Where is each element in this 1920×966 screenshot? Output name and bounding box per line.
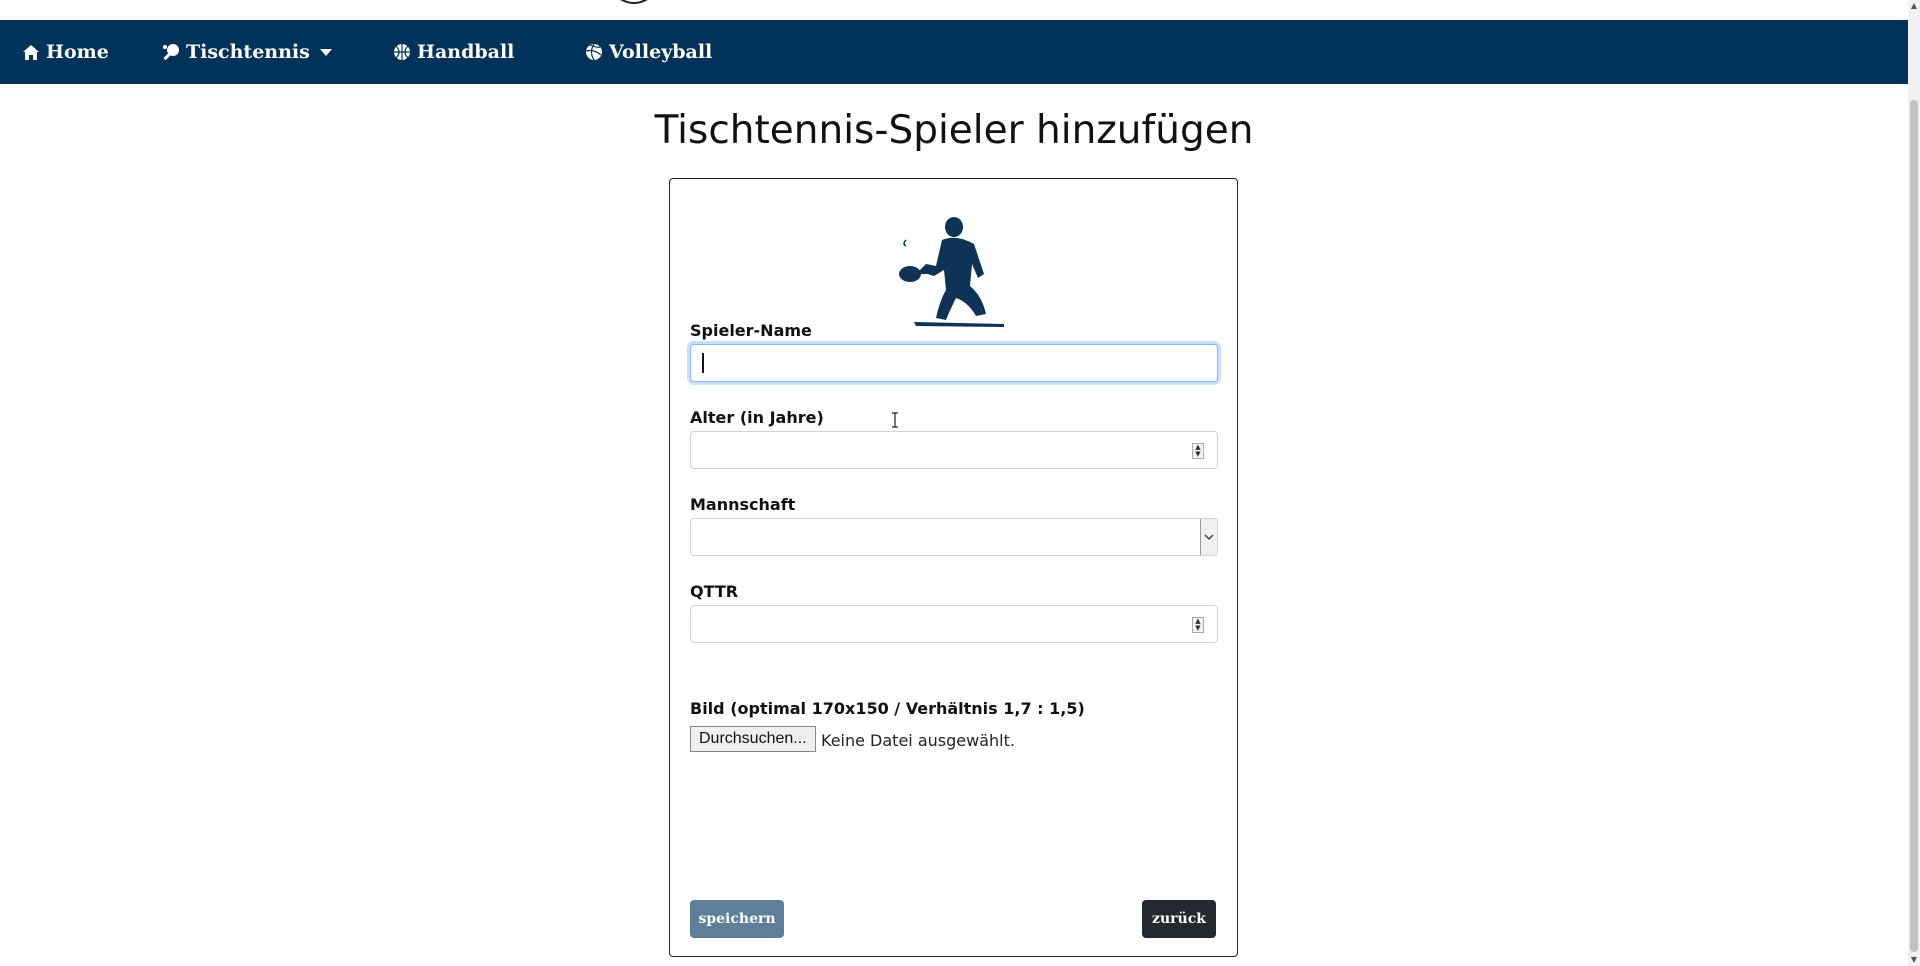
nav-home[interactable]: Home bbox=[22, 20, 109, 84]
player-form-card: Spieler-Name Alter (in Jahre) ▲ ▼ Mannsch… bbox=[669, 178, 1238, 957]
page-scrollbar[interactable]: ▲ ▼ bbox=[1908, 0, 1920, 966]
nav-handball[interactable]: Handball bbox=[393, 20, 514, 84]
back-button[interactable]: zurück bbox=[1142, 900, 1216, 938]
player-name-input[interactable] bbox=[690, 344, 1218, 382]
age-input[interactable]: ▲ ▼ bbox=[690, 431, 1218, 469]
team-label: Mannschaft bbox=[690, 495, 796, 514]
home-icon bbox=[23, 44, 39, 60]
table-tennis-icon bbox=[163, 44, 179, 61]
nav-volleyball-label: Volleyball bbox=[609, 41, 713, 63]
nav-home-label: Home bbox=[46, 41, 109, 63]
top-strip bbox=[0, 0, 1908, 20]
age-spinner[interactable]: ▲ ▼ bbox=[1192, 443, 1204, 459]
nav-handball-label: Handball bbox=[417, 41, 515, 63]
name-label: Spieler-Name bbox=[690, 321, 812, 340]
scroll-down-icon[interactable]: ▼ bbox=[1908, 954, 1920, 966]
handball-icon bbox=[394, 44, 410, 60]
scrollbar-thumb[interactable] bbox=[1910, 100, 1918, 952]
nav-tischtennis-label: Tischtennis bbox=[186, 41, 310, 63]
text-caret bbox=[702, 353, 704, 373]
scroll-up-icon[interactable]: ▲ bbox=[1908, 0, 1920, 12]
file-status: Keine Datei ausgewählt. bbox=[821, 731, 1015, 750]
nav-tischtennis-dropdown[interactable]: Tischtennis bbox=[162, 20, 332, 84]
qttr-label: QTTR bbox=[690, 582, 739, 601]
text-cursor-icon bbox=[892, 412, 898, 428]
volleyball-icon bbox=[585, 43, 602, 61]
image-label: Bild (optimal 170x150 / Verhältnis 1,7 :… bbox=[690, 699, 1085, 718]
main-navbar: Home Tischtennis Handball Volleyball bbox=[0, 20, 1908, 84]
table-tennis-player-icon bbox=[899, 217, 1004, 327]
team-select[interactable] bbox=[690, 518, 1218, 556]
age-label: Alter (in Jahre) bbox=[690, 408, 824, 427]
chevron-down-icon bbox=[319, 48, 332, 56]
qttr-input[interactable]: ▲ ▼ bbox=[690, 605, 1218, 643]
club-logo-icon bbox=[620, 0, 648, 4]
nav-volleyball[interactable]: Volleyball bbox=[585, 20, 712, 84]
page-title: Tischtennis-Spieler hinzufügen bbox=[654, 108, 1254, 153]
file-browse-button[interactable]: Durchsuchen... bbox=[690, 726, 816, 752]
save-button[interactable]: speichern bbox=[690, 900, 784, 938]
qttr-spinner[interactable]: ▲ ▼ bbox=[1192, 617, 1204, 633]
dropdown-arrow-icon[interactable] bbox=[1200, 519, 1217, 555]
